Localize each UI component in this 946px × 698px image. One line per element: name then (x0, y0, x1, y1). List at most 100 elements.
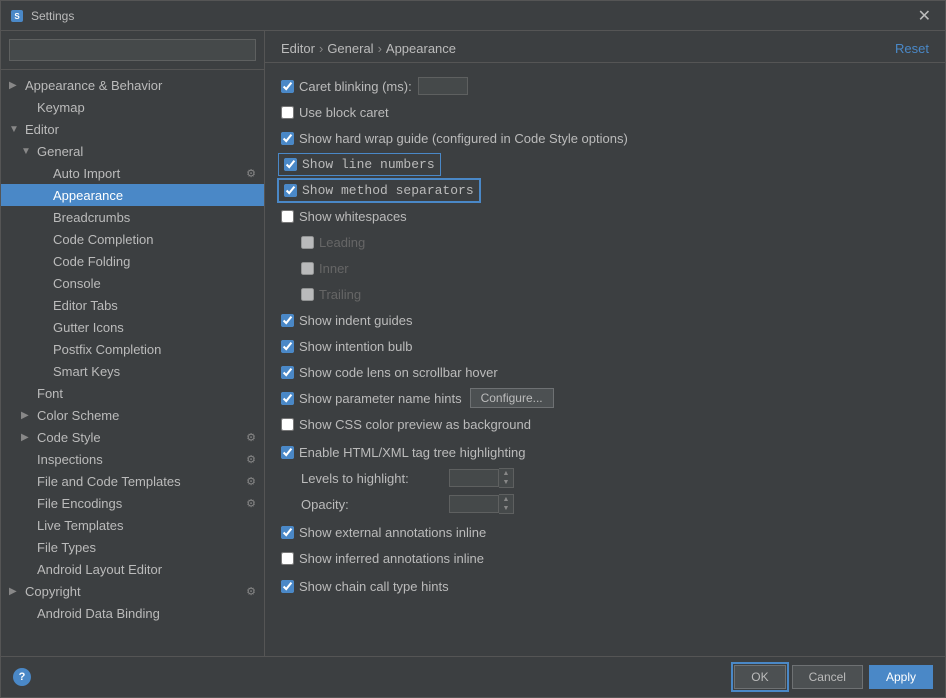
levels-down-arrow[interactable]: ▼ (499, 478, 513, 487)
sidebar: 🔍 ▶ Appearance & Behavior Keymap ▼ (1, 31, 265, 656)
show-line-numbers-checkbox[interactable] (284, 158, 297, 171)
show-whitespaces-label[interactable]: Show whitespaces (281, 209, 407, 224)
sidebar-label: Code Folding (53, 254, 130, 269)
sidebar-item-live-templates[interactable]: Live Templates (1, 514, 264, 536)
inner-checkbox[interactable] (301, 262, 314, 275)
sidebar-item-code-style[interactable]: ▶ Code Style ⚙ (1, 426, 264, 448)
show-whitespaces-text: Show whitespaces (299, 209, 407, 224)
leading-text: Leading (319, 235, 365, 250)
show-inferred-annotations-label[interactable]: Show inferred annotations inline (281, 551, 484, 566)
sidebar-label: Auto Import (53, 166, 120, 181)
sidebar-item-android-layout-editor[interactable]: Android Layout Editor (1, 558, 264, 580)
caret-blinking-row: Caret blinking (ms): 500 (281, 75, 929, 97)
show-code-lens-checkbox[interactable] (281, 366, 294, 379)
show-method-separators-label[interactable]: Show method separators (281, 182, 477, 199)
sidebar-item-copyright[interactable]: ▶ Copyright ⚙ (1, 580, 264, 602)
sidebar-item-postfix-completion[interactable]: Postfix Completion (1, 338, 264, 360)
reset-link[interactable]: Reset (895, 41, 929, 56)
trailing-label[interactable]: Trailing (301, 287, 361, 302)
enable-html-xml-checkbox[interactable] (281, 446, 294, 459)
opacity-input[interactable]: 0.1 (449, 495, 499, 513)
sidebar-label: Inspections (37, 452, 103, 467)
levels-up-arrow[interactable]: ▲ (499, 469, 513, 478)
show-hard-wrap-label[interactable]: Show hard wrap guide (configured in Code… (281, 131, 628, 146)
show-indent-guides-checkbox[interactable] (281, 314, 294, 327)
apply-button[interactable]: Apply (869, 665, 933, 689)
sidebar-item-file-types[interactable]: File Types (1, 536, 264, 558)
use-block-caret-label[interactable]: Use block caret (281, 105, 389, 120)
caret-blinking-checkbox[interactable] (281, 80, 294, 93)
search-wrap: 🔍 (9, 39, 256, 61)
search-input[interactable] (9, 39, 256, 61)
sidebar-item-color-scheme[interactable]: ▶ Color Scheme (1, 404, 264, 426)
expand-arrow: ▶ (21, 432, 33, 443)
sidebar-item-auto-import[interactable]: Auto Import ⚙ (1, 162, 264, 184)
cancel-button[interactable]: Cancel (792, 665, 863, 689)
show-intention-bulb-label[interactable]: Show intention bulb (281, 339, 412, 354)
opacity-arrows: ▲ ▼ (499, 494, 514, 514)
configure-button[interactable]: Configure... (470, 388, 554, 408)
show-css-color-checkbox[interactable] (281, 418, 294, 431)
show-css-color-row: Show CSS color preview as background (281, 413, 929, 435)
show-external-annotations-label[interactable]: Show external annotations inline (281, 525, 486, 540)
ok-button[interactable]: OK (734, 665, 785, 689)
show-intention-bulb-text: Show intention bulb (299, 339, 412, 354)
show-inferred-annotations-checkbox[interactable] (281, 552, 294, 565)
sidebar-label: Smart Keys (53, 364, 120, 379)
show-css-color-label[interactable]: Show CSS color preview as background (281, 417, 531, 432)
opacity-label: Opacity: (301, 497, 441, 512)
inner-text: Inner (319, 261, 349, 276)
help-button[interactable]: ? (13, 668, 31, 686)
show-parameter-hints-checkbox[interactable] (281, 392, 294, 405)
sidebar-item-gutter-icons[interactable]: Gutter Icons (1, 316, 264, 338)
sidebar-item-inspections[interactable]: Inspections ⚙ (1, 448, 264, 470)
show-method-separators-checkbox[interactable] (284, 184, 297, 197)
sidebar-item-breadcrumbs[interactable]: Breadcrumbs (1, 206, 264, 228)
sidebar-item-appearance[interactable]: Appearance (1, 184, 264, 206)
sidebar-label: Postfix Completion (53, 342, 161, 357)
caret-blinking-input[interactable]: 500 (418, 77, 468, 95)
leading-label[interactable]: Leading (301, 235, 365, 250)
opacity-up-arrow[interactable]: ▲ (499, 495, 513, 504)
show-parameter-hints-row: Show parameter name hints Configure... (281, 387, 929, 409)
sidebar-item-code-completion[interactable]: Code Completion (1, 228, 264, 250)
sidebar-item-android-data-binding[interactable]: Android Data Binding (1, 602, 264, 624)
leading-checkbox[interactable] (301, 236, 314, 249)
sidebar-tree: ▶ Appearance & Behavior Keymap ▼ Editor … (1, 70, 264, 656)
show-line-numbers-label[interactable]: Show line numbers (281, 156, 438, 173)
sidebar-item-file-code-templates[interactable]: File and Code Templates ⚙ (1, 470, 264, 492)
sidebar-item-console[interactable]: Console (1, 272, 264, 294)
show-parameter-hints-label[interactable]: Show parameter name hints (281, 391, 462, 406)
sidebar-item-code-folding[interactable]: Code Folding (1, 250, 264, 272)
sidebar-item-font[interactable]: Font (1, 382, 264, 404)
show-whitespaces-checkbox[interactable] (281, 210, 294, 223)
levels-input[interactable]: 6 (449, 469, 499, 487)
opacity-down-arrow[interactable]: ▼ (499, 504, 513, 513)
enable-html-xml-row: Enable HTML/XML tag tree highlighting (281, 441, 929, 463)
sidebar-item-editor[interactable]: ▼ Editor (1, 118, 264, 140)
show-chain-call-label[interactable]: Show chain call type hints (281, 579, 449, 594)
show-external-annotations-row: Show external annotations inline (281, 521, 929, 543)
sidebar-item-general[interactable]: ▼ General (1, 140, 264, 162)
sidebar-label: Editor (25, 122, 59, 137)
sidebar-item-keymap[interactable]: Keymap (1, 96, 264, 118)
use-block-caret-checkbox[interactable] (281, 106, 294, 119)
expand-arrow: ▶ (21, 410, 33, 421)
use-block-caret-text: Use block caret (299, 105, 389, 120)
show-intention-bulb-checkbox[interactable] (281, 340, 294, 353)
trailing-checkbox[interactable] (301, 288, 314, 301)
show-hard-wrap-checkbox[interactable] (281, 132, 294, 145)
show-external-annotations-checkbox[interactable] (281, 526, 294, 539)
show-indent-guides-label[interactable]: Show indent guides (281, 313, 412, 328)
sidebar-item-appearance-behavior[interactable]: ▶ Appearance & Behavior (1, 74, 264, 96)
sidebar-item-editor-tabs[interactable]: Editor Tabs (1, 294, 264, 316)
close-button[interactable]: ✕ (912, 4, 937, 28)
caret-blinking-checkbox-label[interactable]: Caret blinking (ms): (281, 79, 412, 94)
sidebar-item-file-encodings[interactable]: File Encodings ⚙ (1, 492, 264, 514)
inner-label[interactable]: Inner (301, 261, 349, 276)
svg-text:S: S (14, 12, 20, 21)
show-code-lens-label[interactable]: Show code lens on scrollbar hover (281, 365, 498, 380)
sidebar-item-smart-keys[interactable]: Smart Keys (1, 360, 264, 382)
show-chain-call-checkbox[interactable] (281, 580, 294, 593)
enable-html-xml-label[interactable]: Enable HTML/XML tag tree highlighting (281, 445, 525, 460)
